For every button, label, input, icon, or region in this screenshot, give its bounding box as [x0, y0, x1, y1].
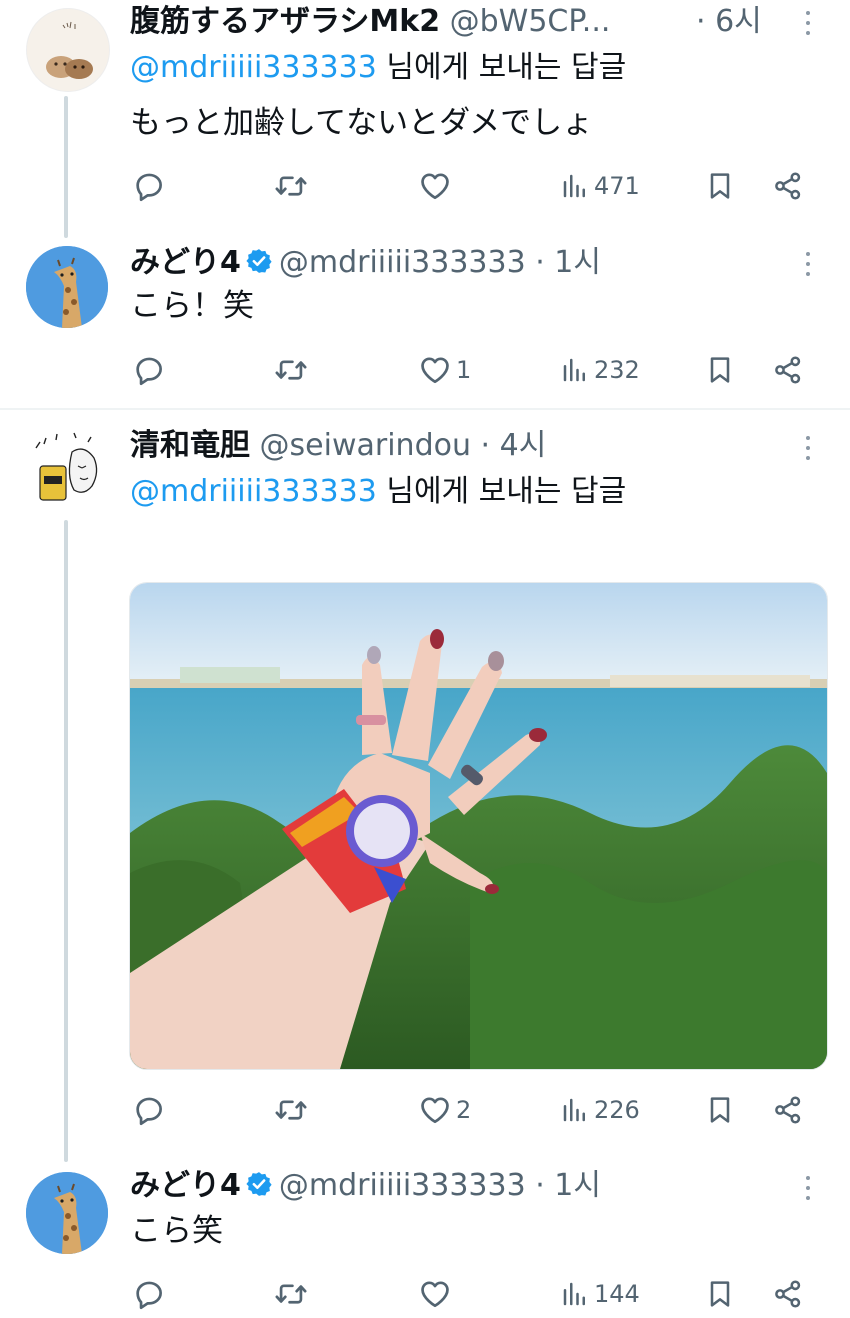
thread-line	[64, 520, 68, 1162]
action-bar: 1 232	[130, 350, 820, 390]
reply-button[interactable]	[132, 350, 166, 390]
tweet-header: みどり4 @mdriiiii333333 · 1시	[130, 243, 601, 283]
retweet-button[interactable]	[274, 350, 308, 390]
share-button[interactable]	[772, 166, 804, 206]
retweet-button[interactable]	[274, 1274, 308, 1314]
replying-to: @mdriiiii333333 님에게 보내는 답글	[130, 48, 626, 88]
views-button[interactable]: 471	[560, 166, 640, 206]
bookmark-icon	[704, 170, 736, 202]
more-icon[interactable]	[796, 436, 820, 466]
reply-icon	[132, 169, 166, 203]
retweet-icon	[274, 353, 308, 387]
avatar[interactable]	[26, 8, 110, 92]
display-name[interactable]: 清和竜胆	[130, 428, 250, 463]
views-button[interactable]: 226	[560, 1090, 640, 1130]
share-icon	[772, 354, 804, 386]
more-icon[interactable]	[796, 1176, 820, 1206]
view-count: 471	[594, 172, 640, 200]
share-icon	[772, 1278, 804, 1310]
like-button[interactable]	[418, 1274, 456, 1314]
verified-badge-icon	[245, 1170, 273, 1198]
bookmark-button[interactable]	[704, 166, 736, 206]
display-name[interactable]: みどり4	[130, 1168, 241, 1203]
action-bar: 2 226	[130, 1090, 820, 1130]
reply-mention-link[interactable]: @mdriiiii333333	[130, 474, 377, 509]
tweet-header: 腹筋するアザラシMk2 @bW5CP...	[130, 2, 610, 42]
display-name[interactable]: 腹筋するアザラシMk2	[130, 4, 440, 39]
thread-line	[64, 96, 68, 238]
heart-icon	[418, 353, 452, 387]
share-button[interactable]	[772, 1090, 804, 1130]
avatar[interactable]	[26, 1172, 108, 1254]
view-count: 144	[594, 1280, 640, 1308]
bookmark-icon	[704, 1278, 736, 1310]
share-icon	[772, 170, 804, 202]
reply-icon	[132, 1277, 166, 1311]
bookmark-button[interactable]	[704, 1274, 736, 1314]
user-handle[interactable]: @seiwarindou	[260, 428, 471, 463]
display-name[interactable]: みどり4	[130, 245, 241, 280]
reply-icon	[132, 353, 166, 387]
view-count: 226	[594, 1096, 640, 1124]
views-icon	[560, 171, 590, 201]
tweet-divider	[0, 408, 850, 410]
bookmark-icon	[704, 1094, 736, 1126]
views-icon	[560, 1095, 590, 1125]
retweet-icon	[274, 169, 308, 203]
bookmark-icon	[704, 354, 736, 386]
retweet-icon	[274, 1093, 308, 1127]
like-button[interactable]	[418, 166, 456, 206]
bookmark-button[interactable]	[704, 1090, 736, 1130]
avatar[interactable]	[26, 430, 108, 512]
avatar[interactable]	[26, 246, 108, 328]
view-count: 232	[594, 356, 640, 384]
tweet-text: もっと加齢してないとダメでしょ	[130, 105, 594, 141]
reply-mention-link[interactable]: @mdriiiii333333	[130, 50, 377, 85]
verified-badge-icon	[245, 247, 273, 275]
heart-icon	[418, 1277, 452, 1311]
like-count: 1	[456, 356, 472, 384]
reply-button[interactable]	[132, 1274, 166, 1314]
like-count: 2	[456, 1096, 472, 1124]
views-button[interactable]: 232	[560, 350, 640, 390]
like-button[interactable]: 1	[418, 350, 471, 390]
like-button[interactable]: 2	[418, 1090, 471, 1130]
tweet-photo[interactable]	[129, 582, 828, 1070]
tweet-header: 清和竜胆 @seiwarindou · 4시	[130, 426, 546, 466]
reply-button[interactable]	[132, 1090, 166, 1130]
timestamp[interactable]: · 1시	[535, 1168, 601, 1203]
views-icon	[560, 1279, 590, 1309]
tweet-text: こら笑	[130, 1213, 223, 1249]
reply-button[interactable]	[132, 166, 166, 206]
bookmark-button[interactable]	[704, 350, 736, 390]
action-bar: 144	[130, 1274, 820, 1314]
more-icon[interactable]	[796, 252, 820, 282]
retweet-button[interactable]	[274, 1090, 308, 1130]
reply-icon	[132, 1093, 166, 1127]
user-handle[interactable]: @mdriiiii333333	[279, 245, 526, 280]
reply-label: 님에게 보내는 답글	[386, 474, 627, 509]
action-bar: 471	[130, 166, 820, 206]
share-icon	[772, 1094, 804, 1126]
tweet-header: みどり4 @mdriiiii333333 · 1시	[130, 1166, 601, 1206]
views-icon	[560, 355, 590, 385]
tweet-text: こら！笑	[130, 288, 254, 324]
heart-icon	[418, 169, 452, 203]
user-handle[interactable]: @mdriiiii333333	[279, 1168, 526, 1203]
heart-icon	[418, 1093, 452, 1127]
replying-to: @mdriiiii333333 님에게 보내는 답글	[130, 472, 626, 512]
user-handle[interactable]: @bW5CP...	[450, 4, 611, 39]
views-button[interactable]: 144	[560, 1274, 640, 1314]
timestamp[interactable]: · 6시	[696, 2, 762, 42]
share-button[interactable]	[772, 350, 804, 390]
timestamp[interactable]: · 4시	[481, 428, 547, 463]
reply-label: 님에게 보내는 답글	[386, 50, 627, 85]
share-button[interactable]	[772, 1274, 804, 1314]
retweet-button[interactable]	[274, 166, 308, 206]
timestamp[interactable]: · 1시	[535, 245, 601, 280]
retweet-icon	[274, 1277, 308, 1311]
more-icon[interactable]	[796, 11, 820, 41]
photo-hand-ocean	[130, 583, 827, 1069]
